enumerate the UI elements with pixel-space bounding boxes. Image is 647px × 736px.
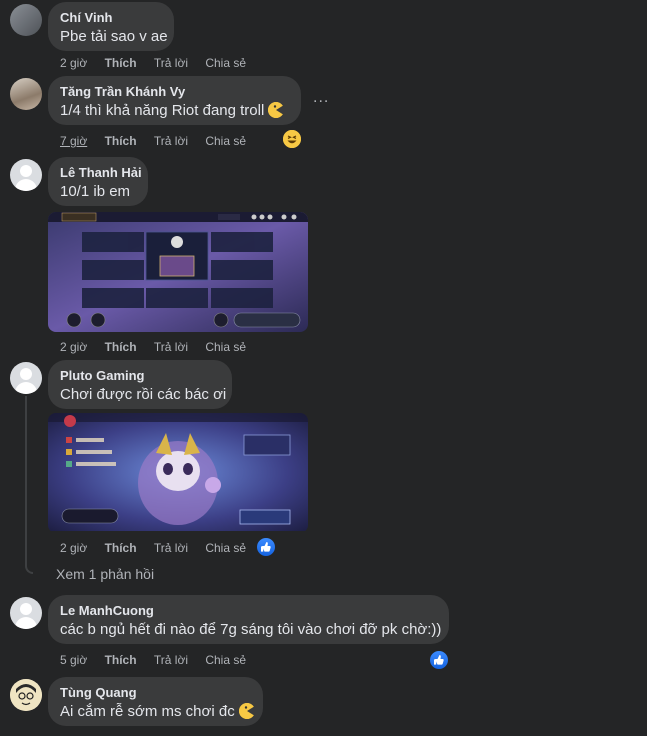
attachment-image[interactable]	[48, 413, 308, 533]
comment-text: Ai cắm rễ sớm ms chơi đc	[60, 703, 235, 720]
comment-text: các b ngủ hết đi nào để 7g sáng tôi vào …	[60, 621, 442, 638]
comment-bubble: Chí Vinh Pbe tải sao v ae	[48, 2, 174, 51]
reply-button[interactable]: Trả lời	[154, 134, 188, 148]
comment-text: 10/1 ib em	[60, 183, 131, 200]
comment-author[interactable]: Pluto Gaming	[60, 368, 220, 384]
like-button[interactable]: Thích	[105, 56, 137, 70]
share-button[interactable]: Chia sẻ	[205, 56, 246, 70]
share-button[interactable]: Chia sẻ	[205, 653, 246, 667]
comment-author[interactable]: Chí Vinh	[60, 10, 162, 26]
comment-time[interactable]: 5 giờ	[60, 653, 87, 667]
like-button[interactable]: Thích	[105, 340, 137, 354]
comment-bubble: Lê Thanh Hải 10/1 ib em	[48, 157, 148, 206]
comment-time[interactable]: 2 giờ	[60, 56, 87, 70]
comment-author[interactable]: Tăng Trần Khánh Vy	[60, 84, 289, 100]
more-options-icon[interactable]: ...	[313, 89, 329, 107]
like-reaction-icon[interactable]	[255, 536, 277, 558]
thread-line	[25, 396, 33, 574]
comment-bubble: Le ManhCuong các b ngủ hết đi nào để 7g …	[48, 595, 449, 644]
avatar[interactable]	[10, 159, 42, 191]
comment-text: 1/4 thì khả năng Riot đang troll	[60, 102, 265, 119]
comment-time[interactable]: 7 giờ	[60, 134, 87, 148]
reply-button[interactable]: Trả lời	[154, 653, 188, 667]
pacman-emoji-icon	[238, 703, 255, 719]
reply-button[interactable]: Trả lời	[154, 340, 188, 354]
comment-text-row: Ai cắm rễ sớm ms chơi đc	[60, 702, 255, 722]
reply-button[interactable]: Trả lời	[154, 56, 188, 70]
comment-actions: 7 giờ Thích Trả lời Chia sẻ	[60, 134, 260, 148]
haha-reaction-icon[interactable]	[281, 128, 303, 150]
comment-actions: 2 giờ Thích Trả lời Chia sẻ	[60, 56, 260, 70]
like-reaction-icon[interactable]	[428, 649, 450, 671]
comment-bubble: Tùng Quang Ai cắm rễ sớm ms chơi đc	[48, 677, 263, 726]
comment-actions: 5 giờ Thích Trả lời Chia sẻ	[60, 653, 260, 667]
like-button[interactable]: Thích	[105, 653, 137, 667]
avatar[interactable]	[10, 362, 42, 394]
avatar[interactable]	[10, 78, 42, 110]
avatar[interactable]	[10, 597, 42, 629]
comment-text: Chơi được rồi các bác ơi	[60, 386, 227, 403]
comment-bubble: Tăng Trần Khánh Vy 1/4 thì khả năng Riot…	[48, 76, 301, 125]
comment-bubble: Pluto Gaming Chơi được rồi các bác ơi	[48, 360, 232, 409]
view-replies-link[interactable]: Xem 1 phản hồi	[56, 566, 154, 582]
share-button[interactable]: Chia sẻ	[205, 340, 246, 354]
like-button[interactable]: Thích	[105, 541, 137, 555]
comment-actions: 2 giờ Thích Trả lời Chia sẻ	[60, 340, 260, 354]
comment-author[interactable]: Le ManhCuong	[60, 603, 437, 619]
pacman-emoji-icon	[268, 102, 285, 118]
comment-time[interactable]: 2 giờ	[60, 340, 87, 354]
comment-time[interactable]: 2 giờ	[60, 541, 87, 555]
comment-text-row: 1/4 thì khả năng Riot đang troll	[60, 101, 289, 121]
avatar[interactable]	[10, 679, 42, 711]
comment-text: Pbe tải sao v ae	[60, 28, 168, 45]
reply-button[interactable]: Trả lời	[154, 541, 188, 555]
share-button[interactable]: Chia sẻ	[205, 134, 246, 148]
attachment-image[interactable]	[48, 212, 308, 332]
comment-actions: 2 giờ Thích Trả lời Chia sẻ	[60, 541, 260, 555]
like-button[interactable]: Thích	[105, 134, 137, 148]
comment-author[interactable]: Lê Thanh Hải	[60, 165, 142, 181]
comment-author[interactable]: Tùng Quang	[60, 685, 251, 701]
share-button[interactable]: Chia sẻ	[205, 541, 246, 555]
avatar[interactable]	[10, 4, 42, 36]
